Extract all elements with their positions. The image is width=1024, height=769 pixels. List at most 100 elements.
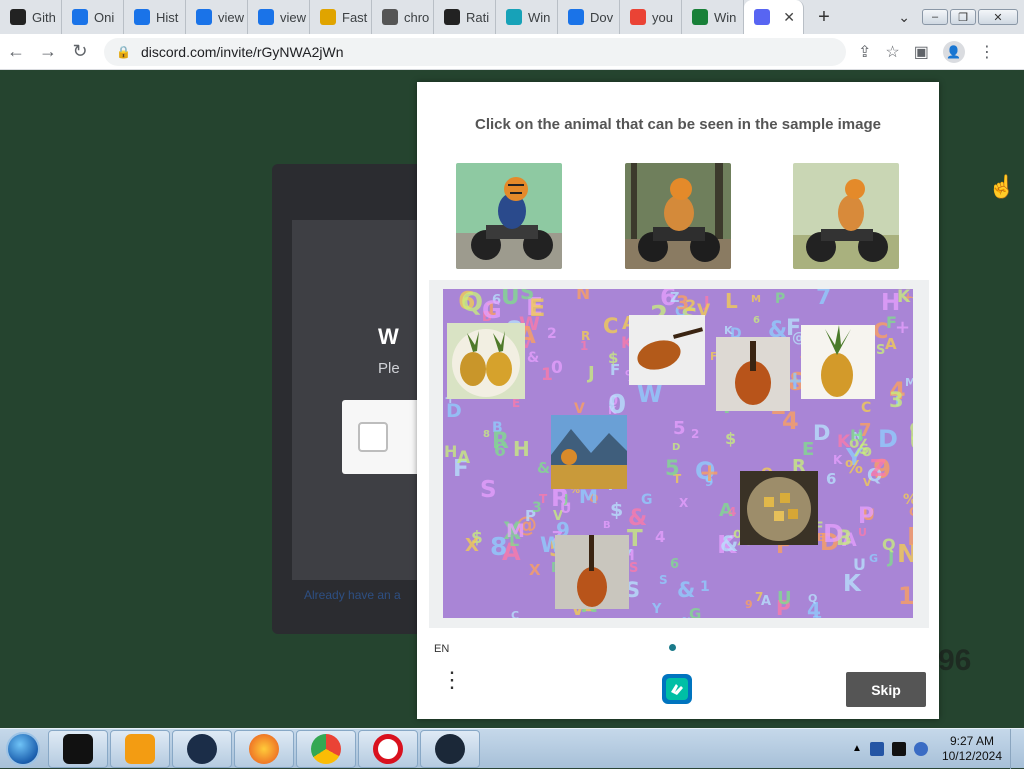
sample-image [456, 163, 562, 269]
browser-tab[interactable]: view [186, 0, 248, 34]
login-link[interactable]: Already have an a [304, 588, 401, 602]
profile-avatar-icon[interactable]: 👤 [942, 40, 965, 63]
restore-icon[interactable]: ❐ [950, 9, 976, 25]
browser-tab[interactable]: you [620, 0, 682, 34]
noise-glyph: C [511, 609, 519, 618]
close-tab-icon[interactable]: ✕ [783, 9, 795, 26]
page-indicator-dot [669, 644, 676, 651]
browser-tab[interactable]: Dov [558, 0, 620, 34]
browser-tab[interactable]: Fast [310, 0, 372, 34]
minimize-icon[interactable]: – [922, 9, 948, 25]
captcha-canvas[interactable]: TSVVEYT6KSU1TK@1J&DUA@DFCFS64#B$2&792TUG… [443, 289, 913, 618]
taskbar-app-folder[interactable] [48, 729, 108, 768]
browser-tab[interactable]: ✕ [744, 0, 804, 34]
browser-tab[interactable]: Win [682, 0, 744, 34]
discord-icon [754, 9, 770, 25]
back-arrow-icon[interactable]: ← [0, 41, 32, 62]
clock[interactable]: 9:27 AM 10/12/2024 [942, 734, 1002, 764]
noise-glyph: K [843, 571, 862, 597]
taskbar: ▲ 9:27 AM 10/12/2024 [0, 728, 1024, 769]
taskbar-app-firefox[interactable] [234, 729, 294, 768]
tab-label: Hist [156, 9, 179, 25]
reload-icon[interactable]: ↻ [64, 41, 96, 62]
history-icon [134, 9, 150, 25]
taskbar-app-opera[interactable] [358, 729, 418, 768]
sample-image [793, 163, 899, 269]
tab-search-icon[interactable]: ⌄ [898, 9, 910, 26]
network-icon[interactable] [913, 741, 928, 756]
noise-glyph: D [813, 421, 830, 445]
noise-glyph: $ [610, 499, 623, 521]
browser-tab[interactable]: chro [372, 0, 434, 34]
skip-button[interactable]: Skip [846, 672, 926, 707]
noise-glyph: % [845, 457, 863, 478]
tab-label: you [652, 9, 673, 25]
taskbar-app-steam[interactable] [420, 729, 480, 768]
taskbar-app-globe[interactable] [172, 729, 232, 768]
side-panel-icon[interactable]: ▣ [914, 42, 929, 62]
noise-glyph: 6 [826, 470, 836, 488]
browser-toolbar: ← → ↻ 🔒 discord.com/invite/rGyNWA2jWn ⇪ … [0, 34, 1024, 70]
tile-pineapple[interactable] [801, 325, 875, 399]
media-player-icon [125, 733, 155, 764]
noise-glyph: G [482, 296, 502, 324]
share-icon[interactable]: ⇪ [858, 42, 871, 62]
noise-glyph: 7 [816, 289, 831, 310]
taskbar-app-media[interactable] [110, 729, 170, 768]
tile-violin[interactable] [629, 315, 705, 385]
browser-menu-icon[interactable]: ⋮ [979, 42, 995, 62]
start-button[interactable] [0, 729, 46, 769]
sample-image [625, 163, 731, 269]
discord-title: W [378, 324, 399, 349]
forward-arrow-icon[interactable]: → [32, 41, 64, 62]
tray-app-icon[interactable] [869, 741, 884, 756]
lock-icon[interactable]: 🔒 [116, 45, 131, 59]
tray-expand-icon[interactable]: ▲ [852, 743, 862, 754]
captcha-menu-icon[interactable]: ⋮ [441, 669, 463, 691]
browser-tab[interactable]: Win [496, 0, 558, 34]
bookmark-star-icon[interactable]: ☆ [885, 42, 899, 62]
appstore-icon [72, 9, 88, 25]
noise-glyph: 8 [483, 429, 490, 440]
noise-glyph: J [586, 363, 595, 384]
tile-tiger-landscape[interactable] [551, 415, 627, 489]
noise-glyph: 1 [898, 582, 913, 610]
noise-glyph: 6 [753, 315, 760, 326]
browser-tab[interactable]: view [248, 0, 310, 34]
noise-glyph: C [603, 314, 618, 338]
captcha-checkbox[interactable] [358, 422, 388, 452]
noise-glyph: L [509, 531, 519, 550]
browser-tab[interactable]: Oni [62, 0, 124, 34]
noise-glyph: K [833, 453, 843, 467]
tile-bowl-food[interactable] [740, 471, 818, 545]
noise-glyph: & [527, 350, 539, 366]
noise-glyph: 4 [728, 505, 736, 519]
browser-tab[interactable]: Hist [124, 0, 186, 34]
download-icon [568, 9, 584, 25]
browser-tab[interactable]: Rati [434, 0, 496, 34]
show-desktop-button[interactable] [1010, 728, 1024, 769]
close-window-icon[interactable]: ✕ [978, 9, 1018, 25]
system-tray: ▲ 9:27 AM 10/12/2024 [852, 734, 1002, 764]
noise-glyph: + [895, 317, 910, 338]
tile-pineapples[interactable] [447, 323, 525, 399]
address-bar[interactable]: 🔒 discord.com/invite/rGyNWA2jWn [104, 37, 846, 66]
tile-violin[interactable] [555, 535, 629, 609]
noise-glyph: A [457, 448, 471, 468]
taskbar-app-chrome[interactable] [296, 729, 356, 768]
tray-display-icon[interactable] [891, 741, 906, 756]
browser-tab[interactable]: Gith [0, 0, 62, 34]
noise-glyph: Z [870, 456, 887, 482]
noise-glyph: X [679, 496, 689, 510]
noise-glyph: U [777, 588, 792, 609]
noise-glyph: Z [670, 291, 679, 306]
language-selector[interactable]: EN [434, 643, 449, 655]
noise-glyph: X [465, 535, 479, 556]
tile-violin[interactable] [716, 337, 790, 411]
new-tab-button[interactable]: + [804, 6, 844, 29]
noise-glyph: 1 [580, 339, 588, 353]
url-text[interactable]: discord.com/invite/rGyNWA2jWn [141, 44, 344, 60]
noise-glyph: 4 [655, 528, 665, 546]
hcaptcha-logo-icon [660, 672, 694, 706]
noise-glyph: 1 [541, 365, 553, 385]
